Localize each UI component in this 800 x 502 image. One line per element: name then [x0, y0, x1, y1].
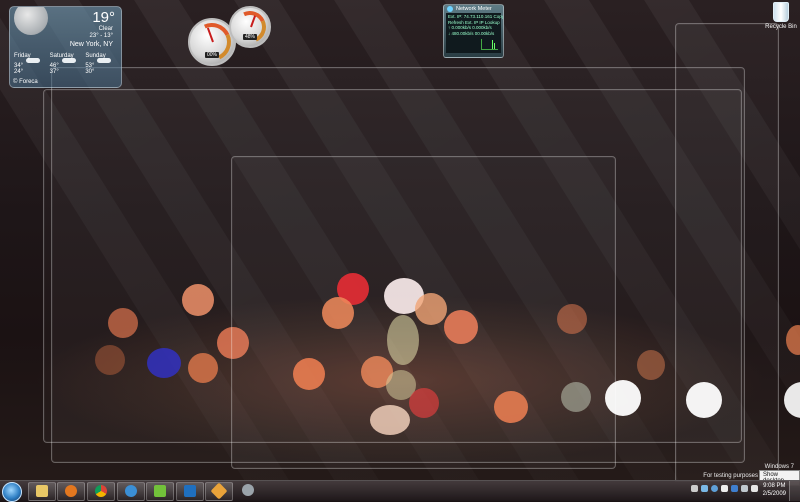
taskbar-explorer-button[interactable] — [28, 482, 56, 501]
taskbar-clock[interactable]: 9:08 PM 2/5/2009 — [763, 482, 786, 498]
tray-expand-icon[interactable] — [691, 485, 698, 492]
system-tray — [691, 485, 758, 492]
chat-bubble-icon — [242, 484, 254, 496]
forecast-day: Saturday 46° 37° — [48, 53, 84, 77]
weather-range: 23° - 13° — [89, 33, 113, 39]
tool-icon — [210, 482, 228, 500]
forecast-low: 30° — [85, 69, 95, 75]
taskbar-firefox-button[interactable] — [57, 482, 85, 501]
weather-city: New York, NY — [69, 41, 113, 48]
memory-readout: 48% — [242, 34, 258, 40]
network-meter-body: Ext. IP: 74.73.110.161 Copy Refresh Ext.… — [446, 13, 504, 53]
network-line: Ext. IP: 74.73.110.161 Copy — [448, 14, 504, 19]
folder-icon — [36, 485, 48, 497]
network-line: ↑ 0.000kb/s 0.000kb/s — [448, 25, 492, 30]
recycle-bin-label: Recycle Bin — [765, 24, 797, 30]
taskbar-ie-button[interactable] — [117, 482, 145, 501]
taskbar-utility-button[interactable] — [205, 482, 233, 501]
forecast-low: 37° — [49, 69, 59, 75]
network-meter-title: Network Meter — [456, 6, 492, 12]
show-desktop-button[interactable] — [789, 481, 800, 501]
start-button[interactable] — [2, 482, 22, 502]
taskbar-chrome-button[interactable] — [87, 482, 115, 501]
watermark-note: For testing purposes — [703, 473, 758, 479]
chrome-icon — [95, 485, 107, 497]
clock-time: 9:08 PM — [763, 483, 786, 489]
tray-network-icon[interactable] — [701, 485, 708, 492]
forecast-day-name: Sunday — [85, 53, 106, 59]
peek-window-outline-4 — [675, 23, 779, 482]
forecast-day-name: Saturday — [49, 53, 74, 59]
weather-temperature: 19° — [92, 9, 115, 26]
forecast-low: 24° — [14, 69, 24, 75]
tray-flag-icon[interactable] — [731, 485, 738, 492]
clock-date: 2/5/2009 — [762, 491, 786, 497]
network-graph — [481, 39, 498, 50]
weather-credit[interactable]: © Foreca — [13, 79, 38, 85]
taskbar-photoshop-button[interactable] — [176, 482, 204, 501]
taskbar-chat-button[interactable] — [235, 482, 261, 499]
taskbar-messenger-button[interactable] — [146, 482, 174, 501]
network-icon — [447, 6, 453, 12]
tray-volume-icon[interactable] — [751, 485, 758, 492]
network-meter-header: Network Meter — [444, 5, 503, 13]
messenger-icon — [154, 485, 166, 497]
moon-icon — [14, 7, 48, 35]
recycle-bin[interactable]: Recycle Bin — [764, 2, 798, 30]
taskbar: 9:08 PM 2/5/2009 — [0, 480, 800, 502]
firefox-icon — [65, 485, 77, 497]
tray-monitor-icon[interactable] — [741, 485, 748, 492]
tray-mail-icon[interactable] — [721, 485, 728, 492]
network-line: ↓ 480.00kb/s 00.00kb/s — [448, 30, 495, 36]
cpu-readout: 00% — [204, 52, 220, 58]
recycle-bin-icon — [773, 2, 789, 22]
peek-window-outline-3 — [231, 156, 616, 469]
network-meter-gadget[interactable]: Network Meter Ext. IP: 74.73.110.161 Cop… — [443, 4, 504, 58]
memory-gauge[interactable]: 48% — [229, 6, 271, 48]
tray-globe-icon[interactable] — [711, 485, 718, 492]
internet-explorer-icon — [125, 485, 137, 497]
weather-forecast: Friday 34° 24° Saturday 46° 37° Sunday 5… — [12, 53, 119, 77]
weather-condition: Clear — [98, 26, 113, 32]
forecast-day: Sunday 53° 30° — [83, 53, 119, 77]
forecast-day: Friday 34° 24° — [12, 53, 48, 77]
photoshop-icon — [184, 485, 196, 497]
weather-gadget[interactable]: 19° Clear 23° - 13° New York, NY Friday … — [9, 6, 122, 88]
